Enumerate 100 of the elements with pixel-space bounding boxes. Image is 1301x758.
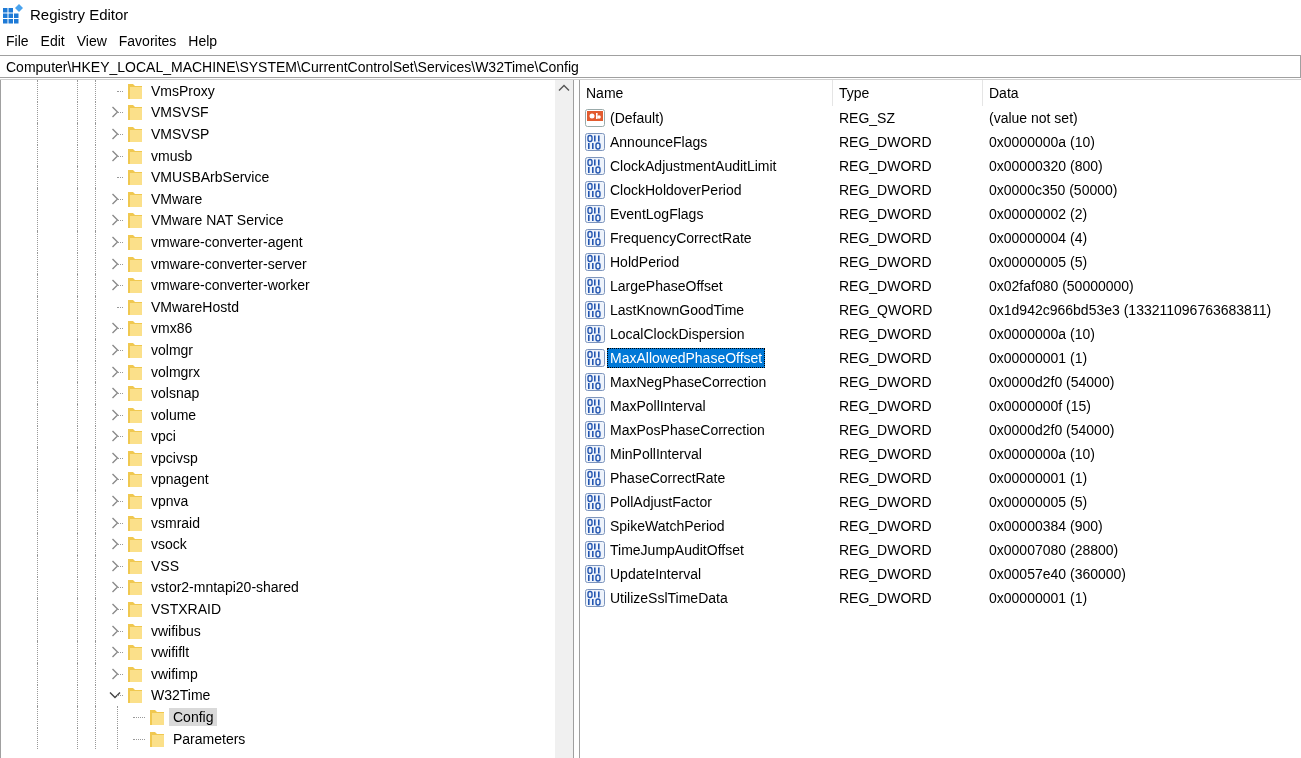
tree-item[interactable]: vmware-converter-server [147, 254, 311, 273]
tree-item[interactable]: VSTXRAID [147, 600, 225, 619]
binary-value-icon [585, 469, 605, 487]
tree-item[interactable]: VMware [147, 189, 207, 208]
tree-item[interactable]: vpnagent [147, 470, 213, 489]
value-name[interactable]: PhaseCorrectRate [607, 468, 729, 488]
value-name[interactable]: SpikeWatchPeriod [607, 516, 728, 536]
chevron-right-icon[interactable] [111, 516, 119, 529]
value-data: 0x00000001 (1) [989, 350, 1088, 366]
value-name[interactable]: ClockAdjustmentAuditLimit [607, 156, 780, 176]
tree-item[interactable]: W32Time [147, 686, 215, 705]
value-name[interactable]: PollAdjustFactor [607, 492, 715, 512]
chevron-right-icon[interactable] [111, 387, 119, 400]
value-data: 0x00057e40 (360000) [989, 566, 1126, 582]
value-name[interactable]: UpdateInterval [607, 564, 705, 584]
tree-item[interactable]: volmgr [147, 340, 197, 359]
tree-item[interactable]: vwififlt [147, 643, 194, 662]
chevron-right-icon[interactable] [111, 257, 119, 270]
chevron-right-icon[interactable] [111, 365, 119, 378]
tree-item[interactable]: Config [169, 708, 218, 726]
chevron-right-icon[interactable] [111, 128, 119, 140]
chevron-right-icon[interactable] [111, 343, 119, 356]
address-bar[interactable]: Computer\HKEY_LOCAL_MACHINE\SYSTEM\CurrentControlSet\Services\W32Time\Config [0, 55, 1301, 78]
chevron-right-icon[interactable] [111, 667, 119, 680]
menu-item[interactable]: Help [182, 33, 224, 49]
tree-item[interactable]: vmusb [147, 146, 197, 165]
value-name[interactable]: MaxPosPhaseCorrection [607, 420, 768, 440]
binary-value-icon [585, 349, 605, 367]
binary-value-icon [585, 493, 605, 511]
chevron-right-icon[interactable] [111, 495, 119, 508]
chevron-right-icon[interactable] [111, 581, 119, 594]
value-name[interactable]: EventLogFlags [607, 204, 707, 224]
chevron-right-icon[interactable] [111, 430, 119, 443]
menu-item[interactable]: Edit [34, 33, 71, 49]
tree-item[interactable]: vpnva [147, 492, 193, 511]
value-name[interactable]: FrequencyCorrectRate [607, 228, 755, 248]
chevron-down-icon[interactable] [109, 691, 121, 700]
chevron-right-icon[interactable] [111, 646, 119, 659]
chevron-right-icon[interactable] [111, 473, 119, 486]
tree-item[interactable]: VmsProxy [147, 81, 219, 100]
chevron-right-icon[interactable] [111, 538, 119, 551]
tree-item[interactable]: volmgrx [147, 362, 204, 381]
tree-item[interactable]: vsock [147, 535, 191, 554]
chevron-right-icon[interactable] [111, 559, 119, 572]
menu-item[interactable]: Favorites [112, 33, 183, 49]
tree-item[interactable]: vmx86 [147, 319, 197, 338]
chevron-right-icon[interactable] [111, 279, 119, 292]
tree-item[interactable]: VMwareHostd [147, 297, 243, 316]
value-name[interactable]: MaxPollInterval [607, 396, 709, 416]
tree-item[interactable]: volume [147, 405, 201, 424]
column-header[interactable]: Name [580, 80, 833, 106]
value-name[interactable]: LocalClockDispersion [607, 324, 748, 344]
value-name[interactable]: LastKnownGoodTime [607, 300, 748, 320]
tree-item[interactable]: vpci [147, 427, 180, 446]
tree-item[interactable]: vmware-converter-worker [147, 276, 314, 295]
value-data: 0x00000384 (900) [989, 518, 1103, 534]
chevron-right-icon[interactable] [111, 408, 119, 421]
chevron-right-icon[interactable] [111, 603, 119, 616]
scroll-up-icon[interactable] [558, 84, 570, 92]
tree-item[interactable]: Parameters [169, 729, 250, 748]
tree-item[interactable]: vstor2-mntapi20-shared [147, 578, 303, 597]
value-name[interactable]: TimeJumpAuditOffset [607, 540, 747, 560]
chevron-right-icon[interactable] [111, 214, 119, 227]
tree-item[interactable]: vpcivsp [147, 448, 202, 467]
chevron-right-icon[interactable] [111, 235, 119, 248]
tree-item[interactable]: VMSVSP [147, 125, 214, 143]
value-name[interactable]: MaxAllowedPhaseOffset [607, 348, 766, 368]
menu-item[interactable]: View [70, 33, 113, 49]
tree-item[interactable]: vsmraid [147, 513, 204, 532]
tree-item[interactable]: volsnap [147, 384, 204, 403]
value-name[interactable]: AnnounceFlags [607, 132, 711, 152]
tree-item[interactable]: vwifimp [147, 664, 202, 683]
menu-item[interactable]: File [0, 33, 35, 49]
folder-icon [127, 340, 143, 359]
column-header[interactable]: Type [833, 80, 983, 106]
tree-item[interactable]: VMUSBArbService [147, 168, 274, 187]
value-name[interactable]: MaxNegPhaseCorrection [607, 372, 770, 392]
chevron-right-icon[interactable] [111, 149, 119, 162]
value-name[interactable]: MinPollInterval [607, 444, 705, 464]
folder-icon [127, 189, 143, 208]
chevron-right-icon[interactable] [111, 624, 119, 637]
tree-item[interactable]: VMSVSF [147, 103, 213, 122]
app-icon [2, 3, 24, 25]
value-type: REG_DWORD [839, 518, 932, 534]
value-name[interactable]: ClockHoldoverPeriod [607, 180, 745, 200]
value-name[interactable]: HoldPeriod [607, 252, 683, 272]
value-name[interactable]: LargePhaseOffset [607, 276, 726, 296]
chevron-right-icon[interactable] [111, 322, 119, 335]
value-name[interactable]: UtilizeSslTimeData [607, 588, 731, 608]
pane-splitter[interactable] [573, 80, 580, 758]
folder-icon [127, 211, 143, 230]
tree-item[interactable]: vwifibus [147, 621, 205, 640]
chevron-right-icon[interactable] [111, 192, 119, 205]
tree-item[interactable]: vmware-converter-agent [147, 232, 307, 251]
chevron-right-icon[interactable] [111, 451, 119, 464]
value-name[interactable]: (Default) [607, 108, 667, 128]
chevron-right-icon[interactable] [111, 106, 119, 119]
tree-item[interactable]: VSS [147, 556, 183, 575]
tree-item[interactable]: VMware NAT Service [147, 211, 288, 230]
column-header[interactable]: Data [983, 80, 1301, 106]
